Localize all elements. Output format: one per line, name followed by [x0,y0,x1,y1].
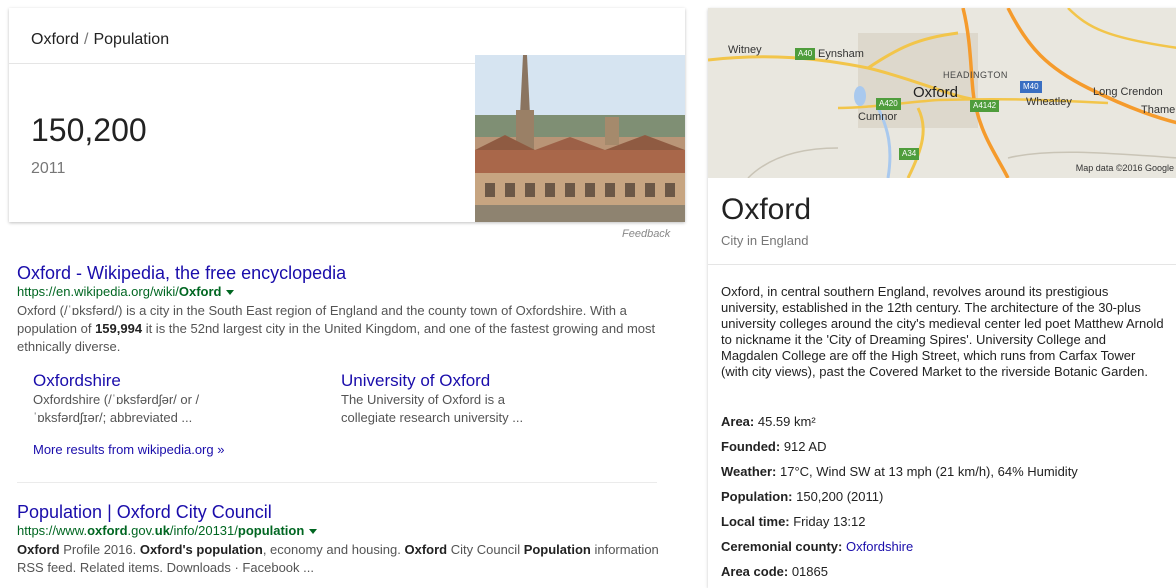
fact-ceremonial-county: Ceremonial county: Oxfordshire [721,539,913,554]
breadcrumb-place[interactable]: Oxford [31,31,79,48]
road-a40: A40 [795,48,816,60]
snippet-bold: Oxford's population [139,542,263,557]
url-dropdown-icon[interactable] [309,529,318,535]
population-answer-card: Oxford / Population 150,200 2011 [9,8,685,222]
fact-value: 17°C, Wind SW at 13 mph (21 km/h), 64% H… [776,464,1078,479]
oxford-skyline-photo[interactable] [475,55,685,222]
breadcrumb-separator: / [84,31,89,48]
road-a420: A420 [876,98,901,110]
fact-label[interactable]: Local time: [721,514,790,529]
search-result: Population | Oxford City Council https:/… [17,501,663,577]
skyline-illustration [475,55,685,222]
fact-value: 01865 [788,564,828,579]
fact-population: Population: 150,200 (2011) [721,489,883,504]
snippet-text: Profile 2016. [59,542,140,557]
map-label-long-crendon: Long Crendon [1093,86,1163,98]
sitelink-snippet: The University of Oxford is a collegiate … [341,391,561,427]
sitelink-snippet-line: collegiate research university ... [341,410,524,425]
fact-value: 912 AD [780,439,827,454]
url-text: https://www. [17,523,88,538]
result-title-link[interactable]: Population | Oxford City Council [17,501,663,523]
sitelink-snippet: Oxfordshire (/ˈɒksfərdʃər/ or / ˈɒksfərdʃ… [33,391,253,427]
sitelink-snippet-line: ˈɒksfərdʃɪər/; abbreviated ... [33,410,193,425]
breadcrumb-topic: Population [93,31,170,48]
result-snippet: Oxford (/ˈɒksfərd/) is a city in the Sou… [17,302,663,356]
snippet-bold: Oxford [404,542,448,557]
fact-local-time: Local time: Friday 13:12 [721,514,866,529]
map-label-oxford: Oxford [913,84,959,101]
result-snippet: Oxford Profile 2016. Oxford's population… [17,541,663,577]
map-label-eynsham: Eynsham [818,48,864,60]
map-label-wheatley: Wheatley [1026,96,1072,108]
fact-area-code: Area code: 01865 [721,564,828,579]
entity-title: Oxford [721,193,812,226]
fact-value: 45.59 km² [754,414,816,429]
knowledge-panel: Witney Eynsham HEADINGTON Oxford Wheatle… [708,8,1176,588]
county-link[interactable]: Oxfordshire [846,539,913,554]
road-m40: M40 [1020,81,1042,93]
url-bold: Oxford [178,284,222,299]
url-dropdown-icon[interactable] [226,290,235,296]
feedback-link[interactable]: Feedback [622,228,670,240]
map-label-headington: HEADINGTON [943,70,1008,80]
answer-divider [9,63,475,64]
snippet-bold: Oxford [17,542,60,557]
map-label-thame: Thame [1141,104,1176,116]
map-label-cumnor: Cumnor [858,111,898,123]
result-url: https://www.oxford.gov.uk/info/20131/pop… [17,523,663,539]
road-a4142: A4142 [970,100,1000,112]
result-url: https://en.wikipedia.org/wiki/Oxford [17,284,663,300]
result-title-link[interactable]: Oxford - Wikipedia, the free encyclopedi… [17,262,663,284]
fact-founded: Founded: 912 AD [721,439,826,454]
snippet-bold: Population [523,542,591,557]
fact-label[interactable]: Population: [721,489,793,504]
fact-label[interactable]: Ceremonial county: [721,539,842,554]
entity-description: Oxford, in central southern England, rev… [721,284,1164,379]
fact-weather: Weather: 17°C, Wind SW at 13 mph (21 km/… [721,464,1078,479]
results-divider [17,482,657,483]
url-text: .gov. [127,523,155,538]
fact-label[interactable]: Founded: [721,439,780,454]
fact-label[interactable]: Area: [721,414,754,429]
more-results-link[interactable]: More results from wikipedia.org » [33,442,224,457]
fact-label[interactable]: Area code: [721,564,788,579]
url-text: /info/20131/ [169,523,238,538]
fact-value: 150,200 (2011) [792,489,884,504]
map-attribution[interactable]: Map data ©2016 Google [1076,163,1174,173]
sitelink-title[interactable]: University of Oxford [341,370,561,391]
fact-value: Friday 13:12 [789,514,866,529]
snippet-text: City Council [447,542,524,557]
search-result: Oxford - Wikipedia, the free encyclopedi… [17,262,663,356]
map-label-witney: Witney [728,44,762,56]
snippet-text: , economy and housing. [262,542,405,557]
population-value: 150,200 [31,112,147,148]
snippet-bold: 159,994 [95,321,143,336]
fact-label[interactable]: Weather: [721,464,776,479]
population-year: 2011 [31,160,66,177]
url-text: https://en.wikipedia.org/wiki/ [17,284,179,299]
road-a34: A34 [899,148,920,160]
sitelink-title[interactable]: Oxfordshire [33,370,253,391]
sitelink-oxfordshire: Oxfordshire Oxfordshire (/ˈɒksfərdʃər/ o… [33,370,253,427]
sitelink-snippet-line: Oxfordshire (/ˈɒksfərdʃər/ or / [33,392,200,407]
fact-area: Area: 45.59 km² [721,414,816,429]
sitelink-snippet-line: The University of Oxford is a [341,392,505,407]
sitelink-university: University of Oxford The University of O… [341,370,561,427]
url-bold: uk [154,523,170,538]
oxford-map[interactable]: Witney Eynsham HEADINGTON Oxford Wheatle… [708,8,1176,178]
entity-subtitle: City in England [721,233,809,248]
url-bold: population [237,523,305,538]
panel-divider [708,264,1176,265]
answer-breadcrumb: Oxford / Population [31,31,169,49]
url-bold: oxford [87,523,128,538]
